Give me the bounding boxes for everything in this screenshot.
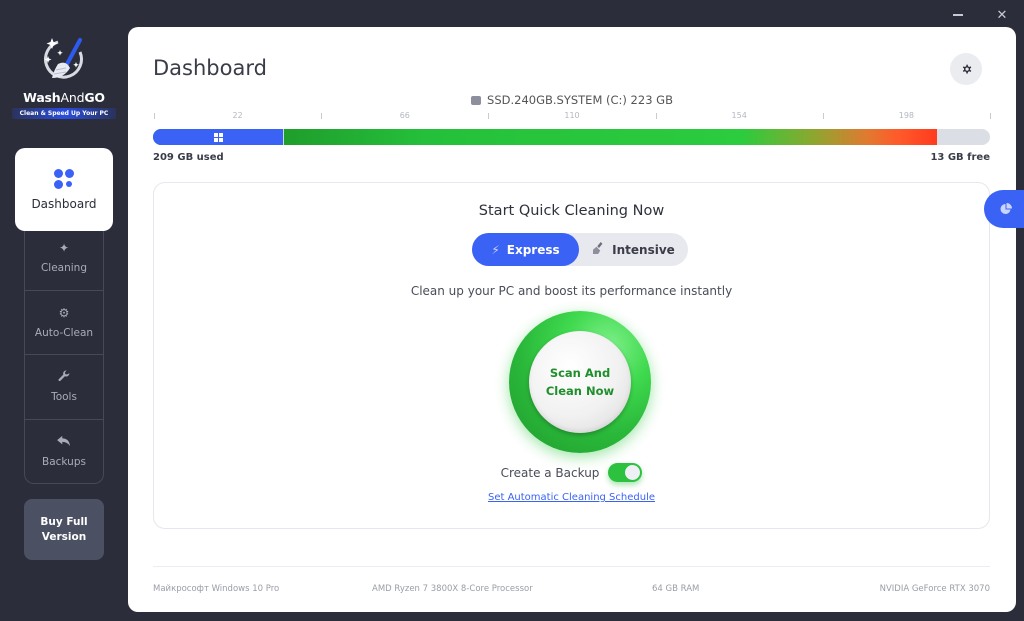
brand-name-part: GO — [84, 90, 105, 105]
sidebar-item-label: Auto-Clean — [34, 326, 94, 339]
drive-scale: 22 66 110 154 198 — [154, 111, 991, 123]
drive-usage-bar — [153, 129, 990, 145]
sidebar-nav: ✦ Cleaning ⚙ Auto-Clean Tools Backups — [24, 226, 104, 484]
sparkle-icon: ✦ — [58, 241, 70, 256]
schedule-link[interactable]: Set Automatic Cleaning Schedule — [154, 492, 989, 503]
drive-name: SSD.240GB.SYSTEM (C:) 223 GB — [487, 93, 673, 107]
gear-icon — [962, 64, 971, 74]
mode-intensive-button[interactable]: Intensive — [580, 233, 688, 266]
broom-logo-icon — [36, 30, 92, 86]
cpu-info: AMD Ryzen 7 3800X 8-Core Processor — [372, 584, 533, 594]
lightning-icon: ⚡︎ — [491, 242, 500, 257]
bar-segment-system — [153, 129, 285, 145]
brand-name-part: Wash — [23, 90, 61, 105]
toggle-knob — [625, 465, 641, 480]
scan-button-face: Scan And Clean Now — [529, 331, 631, 433]
scan-and-clean-button[interactable]: Scan And Clean Now — [509, 311, 651, 453]
scale-tick — [655, 113, 657, 119]
os-info: Майкрософт Windows 10 Pro — [153, 584, 280, 594]
scan-button-label: Scan And Clean Now — [545, 366, 615, 398]
scale-tick — [990, 113, 991, 119]
ram-info: 64 GB RAM — [652, 584, 700, 594]
sidebar-item-backups[interactable]: Backups — [25, 420, 103, 485]
sidebar-item-label: Dashboard — [31, 196, 97, 211]
pie-chart-icon — [1000, 203, 1012, 214]
brand-logo: WashAndGO Clean & Speed Up Your PC — [12, 30, 116, 119]
scale-tick-label: 110 — [564, 111, 580, 120]
gear-icon: ⚙ — [58, 305, 70, 320]
quick-clean-title: Start Quick Cleaning Now — [478, 203, 665, 219]
brush-icon — [593, 242, 605, 257]
side-panel-tab[interactable] — [984, 190, 1024, 228]
buy-full-version-button[interactable]: Buy Full Version — [24, 499, 104, 560]
dashboard-icon — [54, 168, 74, 189]
page-title: Dashboard — [153, 56, 267, 80]
wrench-icon — [57, 370, 71, 386]
cleaning-mode-toggle: ⚡︎ Express Intensive — [472, 233, 688, 266]
scale-tick — [822, 113, 824, 119]
settings-button[interactable] — [950, 53, 982, 85]
scale-tick-label: 22 — [232, 111, 243, 120]
scale-tick-label: 66 — [399, 111, 410, 120]
hard-drive-icon — [471, 96, 482, 105]
scale-tick-label: 154 — [731, 111, 747, 120]
used-space-label: 209 GB used — [153, 152, 224, 163]
buy-button-label: Buy Full Version — [40, 515, 88, 543]
scale-tick-label: 198 — [898, 111, 915, 120]
scale-tick — [488, 113, 490, 119]
sidebar-item-auto-clean[interactable]: ⚙ Auto-Clean — [25, 291, 103, 355]
drive-label: SSD.240GB.SYSTEM (C:) 223 GB — [128, 93, 1016, 107]
sidebar-item-label: Tools — [51, 391, 77, 404]
sidebar-item-label: Cleaning — [40, 262, 88, 275]
backup-row: Create a Backup — [154, 463, 989, 482]
minimize-icon — [953, 14, 963, 16]
brand-name: WashAndGO — [12, 90, 116, 105]
sidebar-item-cleaning[interactable]: ✦ Cleaning — [25, 226, 103, 291]
gpu-info: NVIDIA GeForce RTX 3070 — [879, 584, 990, 594]
quick-clean-card: Start Quick Cleaning Now ⚡︎ Express Inte… — [153, 182, 990, 529]
backup-label: Create a Backup — [500, 465, 600, 480]
minimize-button[interactable] — [943, 4, 973, 26]
mode-label: Intensive — [612, 242, 675, 257]
close-icon: ✕ — [996, 7, 1008, 23]
mode-label: Express — [506, 242, 560, 257]
windows-logo-icon — [213, 132, 223, 142]
backup-toggle[interactable] — [608, 463, 643, 482]
scale-tick — [321, 113, 323, 119]
main-panel: Dashboard SSD.240GB.SYSTEM (C:) 223 GB 2… — [128, 27, 1016, 612]
footer-divider — [153, 566, 990, 567]
scale-tick — [154, 113, 155, 119]
close-button[interactable]: ✕ — [987, 4, 1017, 26]
quick-clean-subtitle: Clean up your PC and boost its performan… — [410, 284, 733, 298]
reply-arrow-icon — [57, 435, 71, 451]
sidebar-item-dashboard[interactable]: Dashboard — [15, 148, 113, 231]
brand-tagline: Clean & Speed Up Your PC — [12, 108, 116, 119]
sidebar-item-label: Backups — [42, 456, 86, 469]
free-space-label: 13 GB free — [930, 152, 990, 163]
sidebar-item-tools[interactable]: Tools — [25, 355, 103, 420]
brand-name-part: And — [60, 90, 85, 105]
mode-express-button[interactable]: ⚡︎ Express — [472, 233, 579, 266]
